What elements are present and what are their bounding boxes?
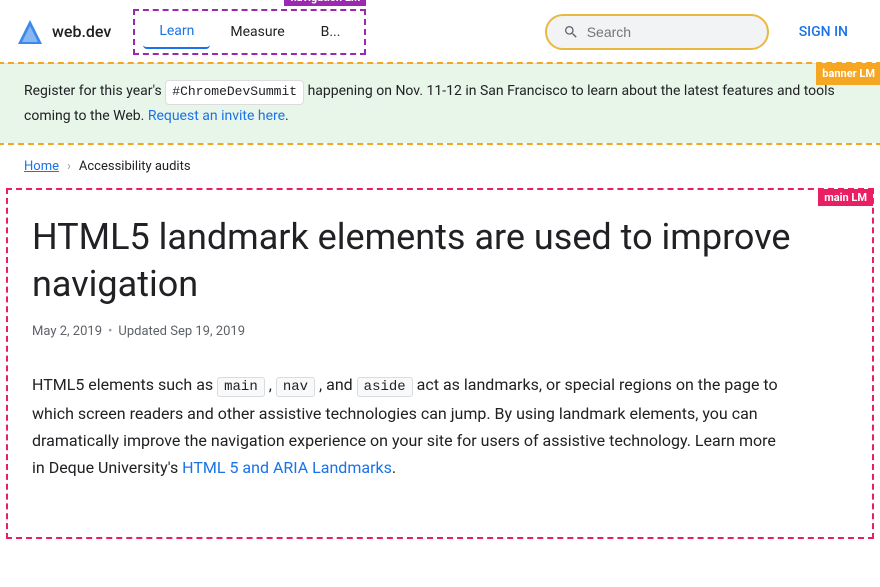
- hashtag-badge: #ChromeDevSummit: [165, 80, 304, 105]
- breadcrumb-home[interactable]: Home: [24, 159, 59, 174]
- breadcrumb: Home › Accessibility audits: [0, 143, 880, 190]
- logo-text: web.dev: [52, 22, 111, 41]
- main-content: main LM HTML5 landmark elements are used…: [8, 190, 872, 537]
- code-nav: nav: [276, 377, 315, 397]
- article-updated: Updated Sep 19, 2019: [118, 324, 245, 339]
- banner: banner LM Register for this year's #Chro…: [0, 64, 880, 143]
- main-nav: navigation LM Learn Measure B...: [135, 11, 364, 53]
- search-area: [547, 16, 767, 48]
- body-period: .: [392, 458, 396, 477]
- article-title: HTML5 landmark elements are used to impr…: [32, 214, 792, 308]
- webdev-logo-icon: [16, 18, 44, 46]
- breadcrumb-separator: ›: [67, 159, 71, 174]
- search-icon: [563, 24, 579, 40]
- header: web.dev navigation LM Learn Measure B...…: [0, 0, 880, 64]
- nav-item-learn[interactable]: Learn: [143, 15, 210, 49]
- article-body: HTML5 elements such as main , nav , and …: [32, 371, 792, 481]
- article-date: May 2, 2019: [32, 324, 102, 339]
- nav-item-measure[interactable]: Measure: [214, 16, 300, 48]
- body-and: , and: [319, 375, 353, 394]
- nav-item-blog[interactable]: B...: [305, 16, 357, 48]
- banner-text-before: Register for this year's: [24, 83, 162, 99]
- banner-invite-link[interactable]: Request an invite here: [148, 108, 285, 124]
- nav-landmark-label: navigation LM: [284, 0, 366, 6]
- search-input[interactable]: [587, 24, 751, 40]
- logo-area[interactable]: web.dev: [16, 18, 111, 46]
- body-text-before: HTML5 elements such as: [32, 375, 213, 394]
- sign-in-button[interactable]: SIGN IN: [783, 16, 864, 48]
- article-meta: May 2, 2019 • Updated Sep 19, 2019: [32, 324, 848, 339]
- breadcrumb-current: Accessibility audits: [79, 159, 191, 174]
- code-main: main: [217, 377, 265, 397]
- main-landmark-label: main LM: [818, 189, 873, 206]
- article-paragraph-1: HTML5 elements such as main , nav , and …: [32, 371, 792, 481]
- code-aside: aside: [357, 377, 413, 397]
- banner-landmark-label: banner LM: [816, 63, 880, 85]
- meta-separator: •: [108, 324, 112, 339]
- banner-period: .: [285, 108, 289, 124]
- body-comma-1: ,: [269, 375, 272, 394]
- deque-link[interactable]: HTML 5 and ARIA Landmarks: [182, 458, 392, 477]
